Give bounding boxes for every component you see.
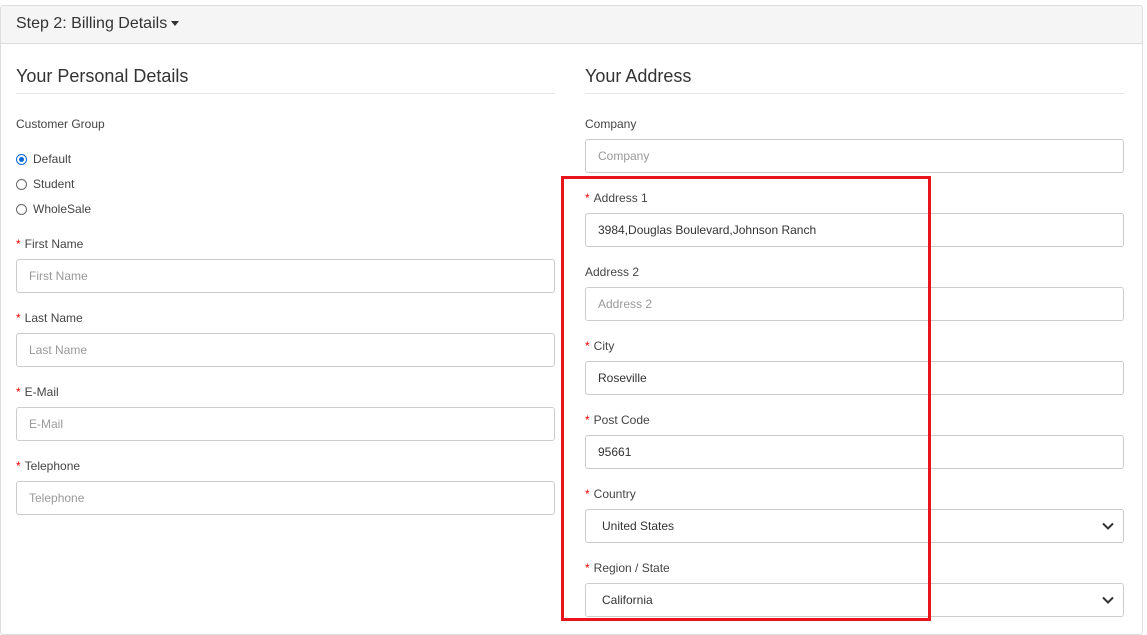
telephone-label-text: Telephone	[24, 459, 81, 473]
city-label: * City	[585, 339, 614, 353]
last-name-input[interactable]	[16, 333, 555, 367]
address2-input[interactable]	[585, 287, 1124, 321]
customer-group-label: Customer Group	[16, 117, 105, 131]
required-mark: *	[585, 487, 590, 501]
country-selected-value: United States	[602, 519, 675, 533]
personal-details-legend: Your Personal Details	[16, 66, 555, 94]
address1-label-text: Address 1	[593, 191, 648, 205]
radio-unchecked-icon	[16, 203, 27, 215]
panel-title-text: Step 2: Billing Details	[16, 15, 168, 32]
caret-down-icon	[171, 21, 180, 27]
radio-checked-icon	[16, 153, 27, 165]
last-name-label: * Last Name	[16, 311, 83, 325]
required-mark: *	[16, 459, 21, 473]
region-label: * Region / State	[585, 561, 670, 575]
postcode-label-text: Post Code	[593, 413, 650, 427]
first-name-label: * First Name	[16, 237, 83, 251]
address1-input[interactable]	[585, 213, 1124, 247]
city-label-text: City	[593, 339, 615, 353]
first-name-label-text: First Name	[24, 237, 84, 251]
radio-wholesale-label: WholeSale	[33, 202, 92, 216]
region-selected-value: California	[602, 593, 653, 607]
country-label: * Country	[585, 487, 636, 501]
region-label-text: Region / State	[593, 561, 670, 575]
radio-student-label: Student	[33, 177, 75, 191]
radio-default[interactable]: Default	[16, 152, 71, 166]
postcode-label: * Post Code	[585, 413, 650, 427]
required-mark: *	[16, 385, 21, 399]
chevron-down-icon	[1102, 522, 1114, 530]
panel-title-toggle[interactable]: Step 2: Billing Details	[16, 15, 180, 33]
telephone-label: * Telephone	[16, 459, 80, 473]
email-input[interactable]	[16, 407, 555, 441]
radio-unchecked-icon	[16, 178, 27, 190]
required-mark: *	[585, 339, 590, 353]
company-input[interactable]	[585, 139, 1124, 173]
country-label-text: Country	[593, 487, 636, 501]
first-name-input[interactable]	[16, 259, 555, 293]
email-label-text: E-Mail	[24, 385, 59, 399]
postcode-input[interactable]	[585, 435, 1124, 469]
company-label: Company	[585, 117, 637, 131]
required-mark: *	[585, 413, 590, 427]
required-mark: *	[585, 561, 590, 575]
radio-student[interactable]: Student	[16, 177, 74, 191]
telephone-input[interactable]	[16, 481, 555, 515]
last-name-label-text: Last Name	[24, 311, 83, 325]
required-mark: *	[585, 191, 590, 205]
radio-default-label: Default	[33, 152, 72, 166]
address1-label: * Address 1	[585, 191, 648, 205]
address-legend: Your Address	[585, 66, 1124, 94]
radio-wholesale[interactable]: WholeSale	[16, 202, 91, 216]
region-select[interactable]: California	[585, 583, 1124, 617]
email-label: * E-Mail	[16, 385, 59, 399]
required-mark: *	[16, 311, 21, 325]
country-select[interactable]: United States	[585, 509, 1124, 543]
required-mark: *	[16, 237, 21, 251]
panel-heading: Step 2: Billing Details	[1, 6, 1142, 44]
city-input[interactable]	[585, 361, 1124, 395]
chevron-down-icon	[1102, 596, 1114, 604]
address2-label: Address 2	[585, 265, 640, 279]
